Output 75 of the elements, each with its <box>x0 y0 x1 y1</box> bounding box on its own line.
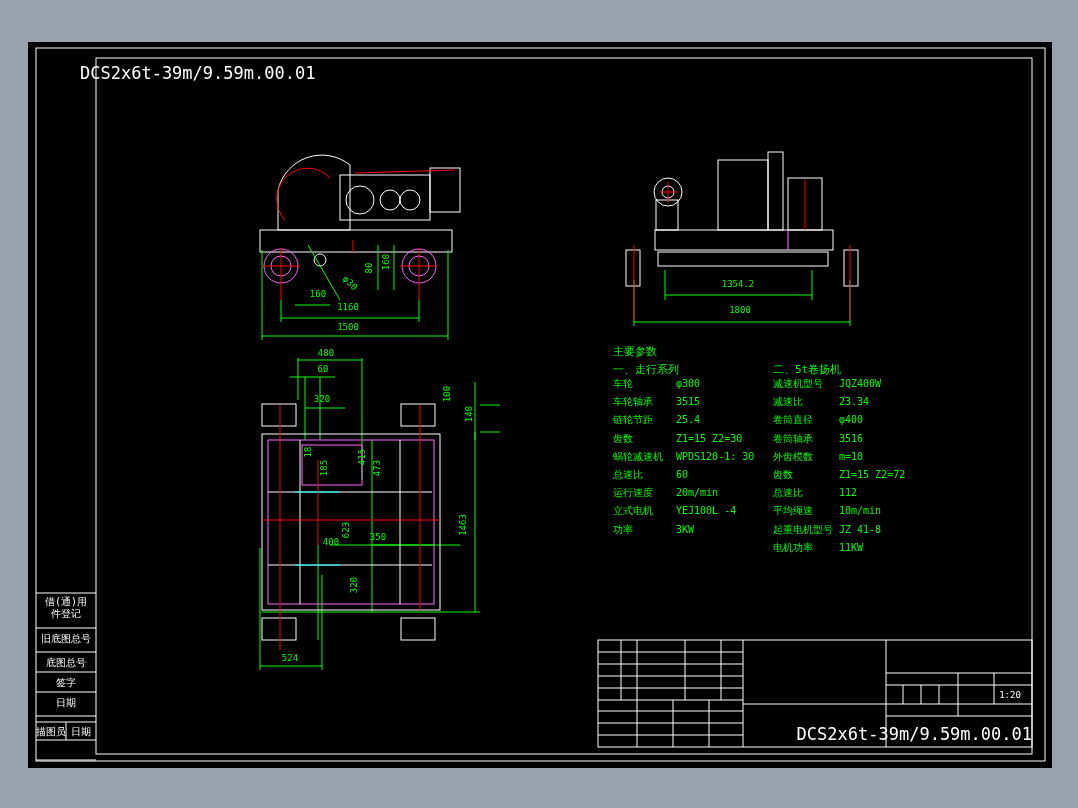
parameter-group-heading: 二、5t卷扬机 <box>773 363 842 376</box>
strip-label: 描图员 <box>36 726 66 737</box>
parameter-name: 减速机型号 <box>773 378 823 389</box>
parameter-name: 总速比 <box>773 487 803 499</box>
strip-label: 日期 <box>56 697 76 708</box>
dimension-label: 623 <box>341 521 351 539</box>
dimension-label: 400 <box>322 537 340 547</box>
dimension-label: 185 <box>319 459 329 477</box>
parameter-value: 25.4 <box>676 414 701 426</box>
parameter-value: 10m/min <box>839 505 882 517</box>
dimension-label: 80 <box>364 262 374 274</box>
dimension-label: 1800 <box>729 305 751 315</box>
scale-value: 1:20 <box>999 690 1021 700</box>
parameter-value: 11KW <box>839 541 864 553</box>
strip-label: 旧底图总号 <box>41 633 91 644</box>
dimension-label: 100 <box>442 385 452 403</box>
drawing-number: DCS2x6t-39m/9.59m.00.01 <box>796 724 1032 744</box>
parameter-value: φ400 <box>839 414 864 426</box>
dimension-label: 415 <box>357 448 367 466</box>
parameter-name: 总速比 <box>613 469 643 480</box>
parameter-value: 3515 <box>676 396 701 408</box>
parameter-value: Z1=15 Z2=72 <box>839 469 906 480</box>
dimension-label: 350 <box>369 532 387 542</box>
dimension-label: 1463 <box>458 514 468 536</box>
dimension-label: 1160 <box>337 302 359 312</box>
mirrored-drawing-number: DCS2x6t-39m/9.59m.00.01 <box>80 63 316 83</box>
parameter-name: 平均绳速 <box>773 505 813 517</box>
strip-label: 签字 <box>56 677 76 688</box>
dimension-label: 18 <box>303 446 313 458</box>
parameter-name: 链轮节距 <box>613 414 653 426</box>
parameter-name: 起重电机型号 <box>773 523 833 535</box>
parameter-name: 功率 <box>613 523 633 535</box>
parameter-value: 3516 <box>839 432 864 444</box>
dimension-label: 160 <box>309 289 327 299</box>
parameter-value: YEJ100L -4 <box>676 505 737 517</box>
parameter-value: JZ 41-8 <box>839 523 882 535</box>
parameter-value: 23.34 <box>839 396 870 408</box>
parameter-name: 立式电机 <box>613 505 653 517</box>
parameter-value: m=10 <box>839 450 864 462</box>
parameters-title: 主要参数 <box>613 345 657 358</box>
dimension-label: 1500 <box>337 322 359 332</box>
parameter-name: 外齿模数 <box>773 450 813 462</box>
dimension-label: 140 <box>464 405 474 423</box>
parameter-name: 车轮 <box>613 378 633 389</box>
parameter-value: φ300 <box>676 378 701 389</box>
strip-label: 日期 <box>71 726 91 737</box>
dimension-label: 320 <box>313 394 331 404</box>
parameter-value: 60 <box>676 469 689 480</box>
parameter-group-heading: 一、走行系列 <box>613 363 679 376</box>
parameter-name: 运行速度 <box>613 487 653 499</box>
parameter-name: 车轮轴承 <box>613 396 653 408</box>
parameter-name: 卷筒直径 <box>773 414 813 426</box>
parameter-name: 电机功率 <box>773 541 813 553</box>
parameter-value: 20m/min <box>676 487 719 499</box>
parameter-value: Z1=15 Z2=30 <box>676 432 743 444</box>
parameter-value: WPDS120-1: 30 <box>676 450 755 462</box>
strip-label: 借(通)用 <box>45 596 87 607</box>
parameter-name: 减速比 <box>773 396 803 408</box>
dimension-label: 524 <box>281 653 299 663</box>
strip-label: 件登记 <box>51 608 81 619</box>
parameter-value: JQZ400W <box>839 378 882 389</box>
dimension-label: 1354.2 <box>721 279 755 289</box>
parameter-name: 齿数 <box>613 432 633 444</box>
parameter-name: 蜗轮减速机 <box>613 450 663 462</box>
strip-label: 底图总号 <box>46 657 86 668</box>
dimension-label: 480 <box>317 348 335 358</box>
dimension-label: 320 <box>349 576 359 594</box>
parameter-value: 3KW <box>676 523 695 535</box>
parameter-name: 卷筒轴承 <box>773 432 813 444</box>
dimension-label: φ30 <box>340 273 360 293</box>
parameter-value: 112 <box>839 487 858 499</box>
dimension-label: 60 <box>317 364 329 374</box>
dimension-label: 473 <box>372 459 382 477</box>
parameter-name: 齿数 <box>773 469 793 480</box>
dimension-label: 160 <box>381 253 391 271</box>
